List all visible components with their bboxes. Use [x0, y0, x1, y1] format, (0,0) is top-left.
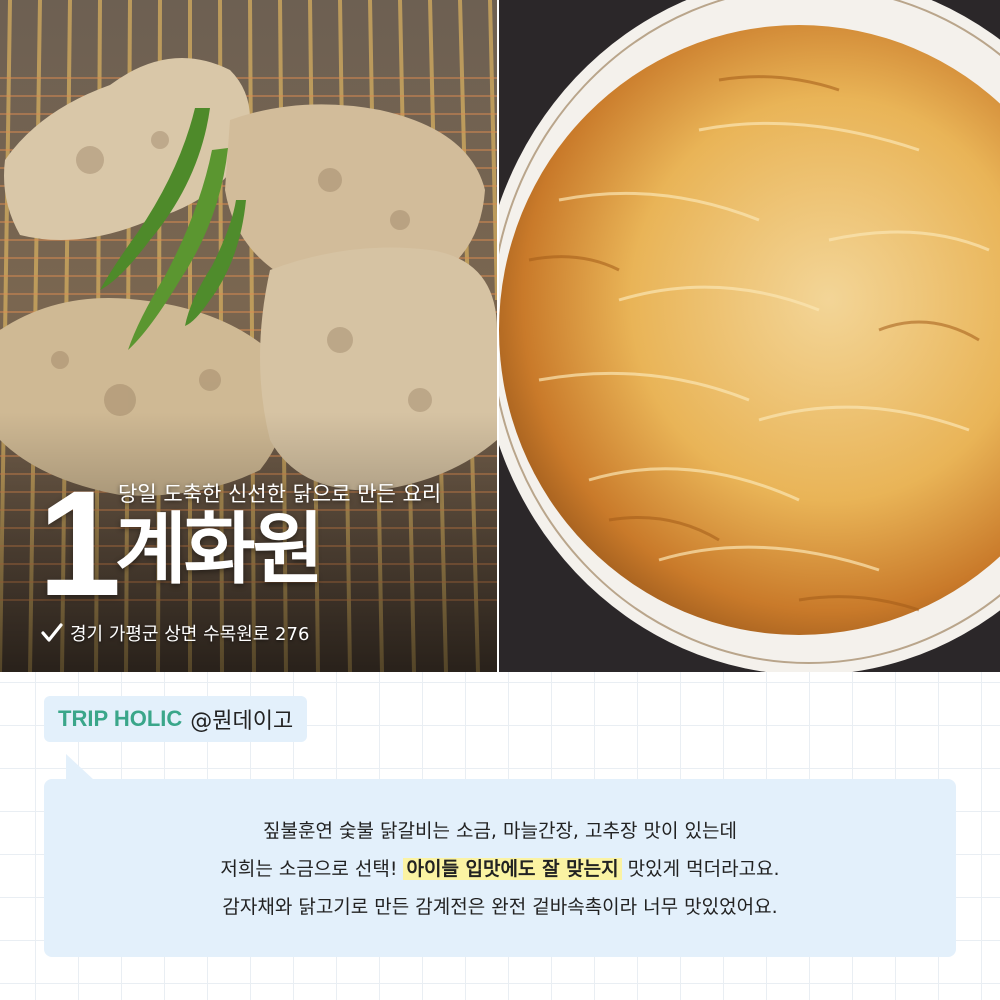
potato-pancake-photo — [499, 0, 1000, 672]
author-handle: @뭔데이고 — [190, 709, 294, 734]
review-line-2-end: 맛있게 먹더라고요. — [621, 858, 780, 880]
review-highlight: 아이들 입맛에도 잘 맞는지 — [403, 858, 622, 880]
author-brand: TRIP HOLIC — [58, 706, 183, 731]
restaurant-address: 경기 가평군 상면 수목원로 276 — [70, 624, 310, 645]
photo-collage: 1 당일 도축한 신선한 닭으로 만든 요리 계화원 경기 가평군 상면 수목원… — [0, 0, 1000, 672]
review-text: 짚불훈연 숯불 닭갈비는 소금, 마늘간장, 고추장 맛이 있는데 저희는 소금… — [44, 812, 956, 926]
restaurant-name: 계화원 — [115, 505, 324, 595]
review-line-2: 저희는 소금으로 선택! 아이들 입맛에도 잘 맞는지 맛있게 먹더라고요. — [44, 850, 956, 888]
author-tag: TRIP HOLIC @뭔데이고 — [44, 696, 308, 742]
check-icon — [41, 623, 63, 642]
rank-number: 1 — [38, 459, 121, 627]
speech-bubble: 짚불훈연 숯불 닭갈비는 소금, 마늘간장, 고추장 맛이 있는데 저희는 소금… — [44, 779, 956, 957]
speech-bubble-tail — [66, 754, 94, 780]
address-row: 경기 가평군 상면 수목원로 276 — [40, 620, 309, 646]
review-line-2-start: 저희는 소금으로 선택! — [220, 858, 404, 880]
restaurant-tagline: 당일 도축한 신선한 닭으로 만든 요리 — [118, 482, 442, 506]
review-line-1: 짚불훈연 숯불 닭갈비는 소금, 마늘간장, 고추장 맛이 있는데 — [263, 820, 737, 842]
review-line-3: 감자채와 닭고기로 만든 감계전은 완전 겉바속촉이라 너무 맛있었어요. — [222, 896, 778, 918]
